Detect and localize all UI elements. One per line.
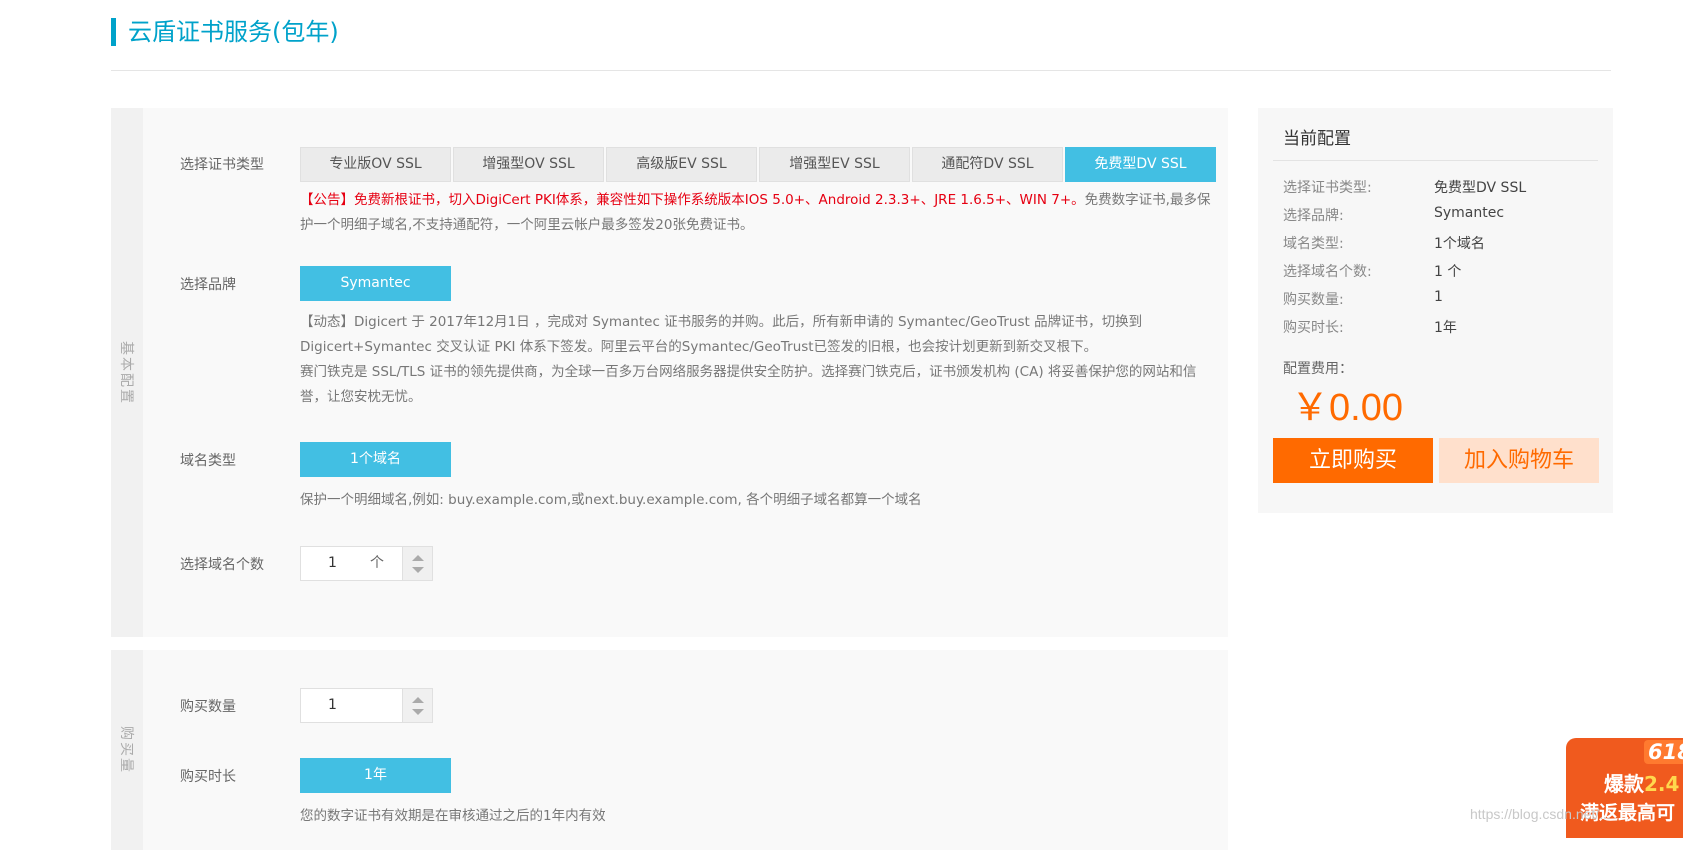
config-value: 1 个 bbox=[1434, 264, 1462, 280]
basic-config-section: 基本配置 选择证书类型 专业版OV SSL 增强型OV SSL 高级版EV SS… bbox=[111, 108, 1228, 637]
config-title: 当前配置 bbox=[1283, 129, 1351, 149]
section-side-bar: 基本配置 bbox=[111, 108, 143, 637]
domain-count-stepper: 1 个 bbox=[300, 546, 433, 581]
domain-count-input[interactable]: 1 bbox=[300, 546, 403, 581]
promo-text: 爆款 bbox=[1604, 772, 1644, 796]
cert-type-notice: 【公告】免费新根证书，切入DigiCert PKI体系，兼容性如下操作系统版本I… bbox=[300, 188, 1215, 238]
cert-type-tabs: 专业版OV SSL 增强型OV SSL 高级版EV SSL 增强型EV SSL … bbox=[300, 147, 1218, 182]
brand-label: 选择品牌 bbox=[180, 277, 236, 293]
domain-type-description: 保护一个明细域名,例如: buy.example.com,或next.buy.e… bbox=[300, 492, 922, 508]
domain-count-label: 选择域名个数 bbox=[180, 557, 264, 573]
domain-count-unit: 个 bbox=[370, 555, 384, 571]
domain-type-one-button[interactable]: 1个域名 bbox=[300, 442, 451, 477]
decrement-arrow-icon[interactable] bbox=[412, 709, 424, 715]
duration-description: 您的数字证书有效期是在审核通过之后的1年内有效 bbox=[300, 808, 606, 824]
brand-desc-news: 【动态】Digicert 于 2017年12月1日 ，完成对 Symantec … bbox=[300, 314, 1143, 355]
increment-arrow-icon[interactable] bbox=[412, 697, 424, 703]
quantity-stepper: 1 bbox=[300, 688, 433, 723]
blog-watermark: https://blog.csdn.net/... bbox=[1470, 806, 1611, 822]
config-key: 选择证书类型: bbox=[1283, 180, 1372, 196]
promo-line-1: 爆款2.4 bbox=[1604, 768, 1679, 797]
cert-type-label: 选择证书类型 bbox=[180, 157, 264, 173]
config-key: 购买时长: bbox=[1283, 320, 1344, 336]
config-value: 1个域名 bbox=[1434, 236, 1485, 252]
tab-ov-pro[interactable]: 专业版OV SSL bbox=[300, 147, 451, 182]
brand-description: 【动态】Digicert 于 2017年12月1日 ，完成对 Symantec … bbox=[300, 310, 1215, 410]
purchase-side-bar: 购买量 bbox=[111, 650, 143, 850]
quantity-input[interactable]: 1 bbox=[300, 688, 403, 723]
config-value: Symantec bbox=[1434, 205, 1505, 221]
config-value: 1年 bbox=[1434, 320, 1457, 336]
config-key: 选择域名个数: bbox=[1283, 264, 1372, 280]
tab-ev-advanced[interactable]: 高级版EV SSL bbox=[606, 147, 757, 182]
quantity-label: 购买数量 bbox=[180, 699, 236, 715]
config-divider bbox=[1273, 160, 1598, 161]
duration-label: 购买时长 bbox=[180, 769, 236, 785]
config-key: 选择品牌: bbox=[1283, 208, 1344, 224]
increment-arrow-icon[interactable] bbox=[412, 555, 424, 561]
domain-count-arrows bbox=[403, 546, 433, 581]
purchase-side-label: 购买量 bbox=[118, 726, 134, 774]
decrement-arrow-icon[interactable] bbox=[412, 567, 424, 573]
config-fee-label: 配置费用： bbox=[1283, 361, 1353, 377]
promo-618-badge: 618 bbox=[1644, 740, 1683, 764]
domain-type-label: 域名类型 bbox=[180, 453, 236, 469]
promo-highlight: 2.4 bbox=[1644, 772, 1680, 796]
purchase-section: 购买量 购买数量 1 购买时长 1年 您的数字证书有效期是在审核通过之后的1年内… bbox=[111, 650, 1228, 850]
tab-dv-free[interactable]: 免费型DV SSL bbox=[1065, 147, 1216, 182]
tab-ev-enhanced[interactable]: 增强型EV SSL bbox=[759, 147, 910, 182]
promo-widget[interactable]: 618 爆款2.4 满返最高可 bbox=[1566, 738, 1683, 838]
duration-1year-button[interactable]: 1年 bbox=[300, 758, 451, 793]
current-config-panel: 当前配置 选择证书类型: 免费型DV SSL 选择品牌: Symantec 域名… bbox=[1258, 108, 1613, 513]
section-side-label: 基本配置 bbox=[118, 340, 134, 405]
config-key: 购买数量: bbox=[1283, 292, 1344, 308]
config-value: 免费型DV SSL bbox=[1434, 180, 1527, 196]
brand-symantec-button[interactable]: Symantec bbox=[300, 266, 451, 301]
page-title: 云盾证书服务(包年) bbox=[111, 18, 339, 46]
title-divider bbox=[111, 70, 1611, 71]
add-to-cart-button[interactable]: 加入购物车 bbox=[1439, 438, 1599, 483]
tab-dv-wildcard[interactable]: 通配符DV SSL bbox=[912, 147, 1063, 182]
config-key: 域名类型: bbox=[1283, 236, 1344, 252]
config-price: ￥0.00 bbox=[1291, 387, 1403, 429]
notice-red-text: 【公告】免费新根证书，切入DigiCert PKI体系，兼容性如下操作系统版本I… bbox=[300, 192, 1085, 208]
tab-ov-enhanced[interactable]: 增强型OV SSL bbox=[453, 147, 604, 182]
brand-desc-intro: 赛门铁克是 SSL/TLS 证书的领先提供商，为全球一百多万台网络服务器提供安全… bbox=[300, 364, 1197, 405]
buy-now-button[interactable]: 立即购买 bbox=[1273, 438, 1433, 483]
quantity-arrows bbox=[403, 688, 433, 723]
config-value: 1 bbox=[1434, 289, 1443, 305]
